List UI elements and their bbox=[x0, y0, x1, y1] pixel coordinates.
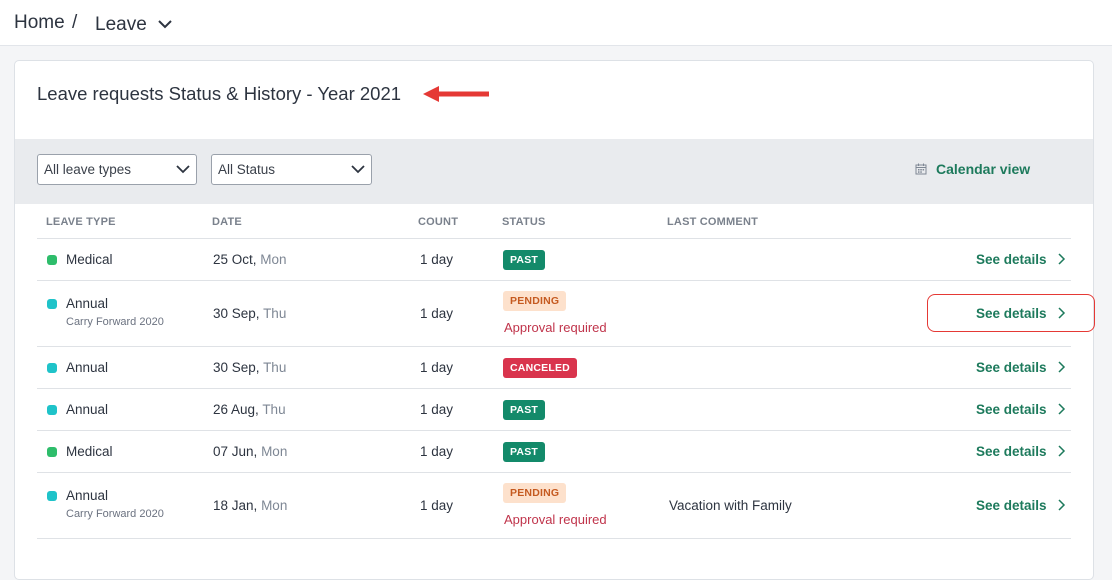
leave-type-color-dot bbox=[47, 255, 57, 265]
leave-count: 1 day bbox=[420, 498, 454, 513]
leave-date-weekday: Mon bbox=[261, 444, 288, 459]
leave-date-weekday: Thu bbox=[263, 306, 287, 321]
leave-date: 30 Sep, Thu bbox=[213, 360, 286, 375]
leave-date-weekday: Thu bbox=[263, 360, 287, 375]
chevron-right-icon bbox=[1058, 307, 1065, 319]
see-details-link[interactable]: See details bbox=[976, 306, 1066, 321]
leave-date: 07 Jun, Mon bbox=[213, 444, 287, 459]
status-badge: PENDING bbox=[503, 483, 567, 503]
leave-requests-card: Leave requests Status & History - Year 2… bbox=[14, 60, 1095, 580]
leave-date-day: 30 Sep, bbox=[213, 360, 260, 375]
leave-type: Annual bbox=[66, 296, 109, 311]
leave-count: 1 day bbox=[420, 444, 454, 459]
chevron-right-icon bbox=[1058, 253, 1065, 265]
calendar-view-link[interactable]: Calendar view bbox=[915, 161, 1030, 177]
leave-subtype: Carry Forward 2020 bbox=[66, 316, 164, 328]
approval-required-note: Approval required bbox=[504, 512, 607, 527]
leave-type: Annual bbox=[66, 488, 109, 503]
leave-type-color-dot bbox=[47, 405, 57, 415]
see-details-label: See details bbox=[976, 252, 1047, 267]
see-details-link[interactable]: See details bbox=[976, 402, 1066, 417]
leave-count: 1 day bbox=[420, 306, 454, 321]
status-select[interactable]: All Status bbox=[211, 154, 372, 185]
table-row: Annual 30 Sep, Thu 1 day CANCELED See de… bbox=[37, 347, 1071, 389]
header-date: DATE bbox=[212, 216, 242, 228]
chevron-down-icon bbox=[351, 165, 365, 174]
status-badge: CANCELED bbox=[503, 358, 577, 378]
leave-date: 30 Sep, Thu bbox=[213, 306, 286, 321]
leave-count: 1 day bbox=[420, 252, 454, 267]
see-details-link[interactable]: See details bbox=[976, 444, 1066, 459]
see-details-link[interactable]: See details bbox=[976, 498, 1066, 513]
calendar-view-label: Calendar view bbox=[936, 161, 1031, 177]
header-last-comment: LAST COMMENT bbox=[667, 216, 759, 228]
leave-date: 26 Aug, Thu bbox=[213, 402, 286, 417]
leave-type: Annual bbox=[66, 402, 109, 417]
leave-date-weekday: Thu bbox=[262, 402, 286, 417]
leave-date: 18 Jan, Mon bbox=[213, 498, 287, 513]
see-details-label: See details bbox=[976, 444, 1047, 459]
approval-required-note: Approval required bbox=[504, 320, 607, 335]
see-details-label: See details bbox=[976, 498, 1047, 513]
chevron-right-icon bbox=[1058, 499, 1065, 511]
header-count: COUNT bbox=[418, 216, 459, 228]
leave-type-color-dot bbox=[47, 447, 57, 457]
page-title: Leave requests Status & History - Year 2… bbox=[37, 83, 402, 104]
leave-date-day: 25 Oct, bbox=[213, 252, 257, 267]
breadcrumb-current: Leave bbox=[95, 14, 147, 35]
see-details-link[interactable]: See details bbox=[976, 252, 1066, 267]
status-badge: PAST bbox=[503, 442, 546, 462]
header-leave-type: LEAVE TYPE bbox=[46, 216, 116, 228]
leave-date-day: 26 Aug, bbox=[213, 402, 259, 417]
leave-type: Medical bbox=[66, 444, 113, 459]
leave-date-day: 30 Sep, bbox=[213, 306, 260, 321]
leave-type-select[interactable]: All leave types bbox=[37, 154, 197, 185]
status-badge: PENDING bbox=[503, 291, 567, 311]
leave-type-color-dot bbox=[47, 491, 57, 501]
leave-date-day: 18 Jan, bbox=[213, 498, 258, 513]
leave-type: Annual bbox=[66, 360, 109, 375]
breadcrumb-home[interactable]: Home bbox=[14, 12, 65, 34]
chevron-right-icon bbox=[1058, 445, 1065, 457]
table-row: Annual Carry Forward 2020 30 Sep, Thu 1 … bbox=[37, 281, 1071, 347]
chevron-right-icon bbox=[1058, 403, 1065, 415]
chevron-down-icon[interactable] bbox=[156, 15, 174, 33]
table-row: Annual Carry Forward 2020 18 Jan, Mon 1 … bbox=[37, 473, 1071, 539]
leave-date-day: 07 Jun, bbox=[213, 444, 258, 459]
filter-bar: All leave types All Status Calendar view bbox=[15, 139, 1093, 204]
leave-date-weekday: Mon bbox=[261, 498, 288, 513]
chevron-right-icon bbox=[1058, 361, 1065, 373]
header-status: STATUS bbox=[502, 216, 546, 228]
status-badge: PAST bbox=[503, 250, 546, 270]
arrow-left-icon bbox=[423, 86, 489, 102]
see-details-label: See details bbox=[976, 402, 1047, 417]
top-bar: Home / Leave bbox=[0, 0, 1112, 46]
see-details-label: See details bbox=[976, 306, 1047, 321]
last-comment: Vacation with Family bbox=[669, 498, 792, 513]
leave-count: 1 day bbox=[420, 402, 454, 417]
leave-type: Medical bbox=[66, 252, 113, 267]
leave-subtype: Carry Forward 2020 bbox=[66, 508, 164, 520]
breadcrumb-separator: / bbox=[72, 12, 78, 33]
see-details-link[interactable]: See details bbox=[976, 360, 1066, 375]
leave-type-color-dot bbox=[47, 363, 57, 373]
calendar-icon bbox=[915, 163, 927, 175]
leave-count: 1 day bbox=[420, 360, 454, 375]
leave-type-select-value: All leave types bbox=[44, 162, 132, 177]
leave-type-color-dot bbox=[47, 299, 57, 309]
table-row: Medical 07 Jun, Mon 1 day PAST See detai… bbox=[37, 431, 1071, 473]
table-header: LEAVE TYPE DATE COUNT STATUS LAST COMMEN… bbox=[37, 204, 1071, 239]
table-row: Annual 26 Aug, Thu 1 day PAST See detail… bbox=[37, 389, 1071, 431]
leave-date: 25 Oct, Mon bbox=[213, 252, 287, 267]
leave-date-weekday: Mon bbox=[260, 252, 287, 267]
status-select-value: All Status bbox=[218, 162, 276, 177]
table-row: Medical 25 Oct, Mon 1 day PAST See detai… bbox=[37, 239, 1071, 281]
status-badge: PAST bbox=[503, 400, 546, 420]
see-details-label: See details bbox=[976, 360, 1047, 375]
chevron-down-icon bbox=[176, 165, 190, 174]
